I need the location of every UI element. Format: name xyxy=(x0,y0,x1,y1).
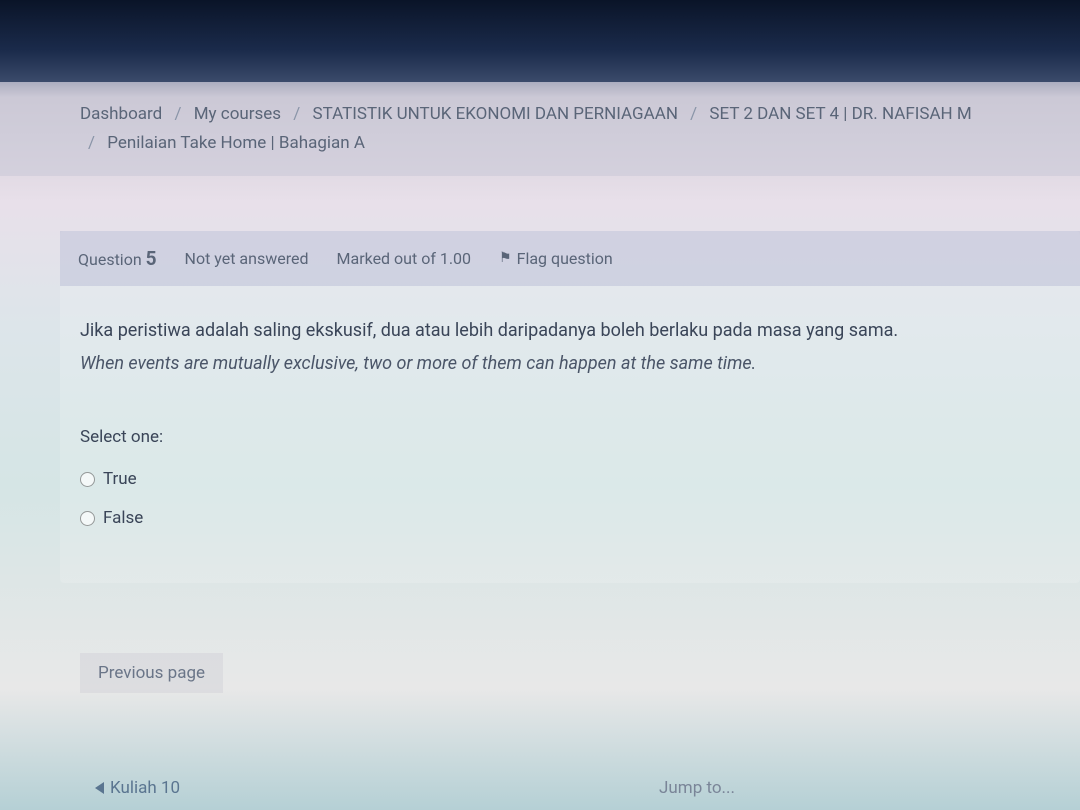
flag-question-label: Flag question xyxy=(517,249,613,268)
breadcrumb-separator: / xyxy=(88,133,95,153)
option-false-radio[interactable] xyxy=(80,511,95,526)
select-one-label: Select one: xyxy=(80,422,1060,453)
question-body: Jika peristiwa adalah saling ekskusif, d… xyxy=(60,286,1080,583)
question-text-ms: Jika peristiwa adalah saling ekskusif, d… xyxy=(80,314,1060,347)
option-true-label: True xyxy=(103,464,137,495)
previous-page-button[interactable]: Previous page xyxy=(80,653,223,693)
bottom-navigation: Kuliah 10 Jump to... xyxy=(0,778,1080,798)
previous-activity-label: Kuliah 10 xyxy=(110,778,180,798)
content-area: Question 5 Not yet answered Marked out o… xyxy=(0,176,1080,693)
breadcrumb-link-activity[interactable]: Penilaian Take Home | Bahagian A xyxy=(107,133,365,153)
question-text-en: When events are mutually exclusive, two … xyxy=(80,347,1060,380)
question-label: Question 5 xyxy=(78,247,157,270)
option-true[interactable]: True xyxy=(80,464,1060,495)
breadcrumb-separator: / xyxy=(690,104,697,124)
breadcrumb-link-course[interactable]: STATISTIK UNTUK EKONOMI DAN PERNIAGAAN xyxy=(313,104,678,124)
breadcrumb-link-dashboard[interactable]: Dashboard xyxy=(80,104,162,124)
previous-activity-link[interactable]: Kuliah 10 xyxy=(95,778,180,798)
question-box: Question 5 Not yet answered Marked out o… xyxy=(60,231,1080,583)
option-true-radio[interactable] xyxy=(80,472,95,487)
breadcrumb-separator: / xyxy=(293,104,300,124)
question-marks: Marked out of 1.00 xyxy=(337,249,472,268)
breadcrumb-separator: / xyxy=(174,104,181,124)
jump-to-select[interactable]: Jump to... xyxy=(659,778,735,798)
triangle-left-icon xyxy=(95,782,104,794)
question-label-text: Question xyxy=(78,250,142,269)
question-number: 5 xyxy=(146,247,157,270)
question-header: Question 5 Not yet answered Marked out o… xyxy=(60,231,1080,286)
breadcrumb: Dashboard / My courses / STATISTIK UNTUK… xyxy=(0,82,1080,176)
question-status: Not yet answered xyxy=(185,249,309,268)
flag-question-link[interactable]: ⚑ Flag question xyxy=(499,249,613,268)
breadcrumb-link-mycourses[interactable]: My courses xyxy=(194,104,281,124)
option-false-label: False xyxy=(103,503,143,534)
flag-icon: ⚑ xyxy=(499,250,512,266)
answer-options: Select one: True False xyxy=(80,422,1060,534)
option-false[interactable]: False xyxy=(80,503,1060,534)
breadcrumb-link-section[interactable]: SET 2 DAN SET 4 | DR. NAFISAH M xyxy=(709,104,971,124)
header-dark-band xyxy=(0,0,1080,82)
